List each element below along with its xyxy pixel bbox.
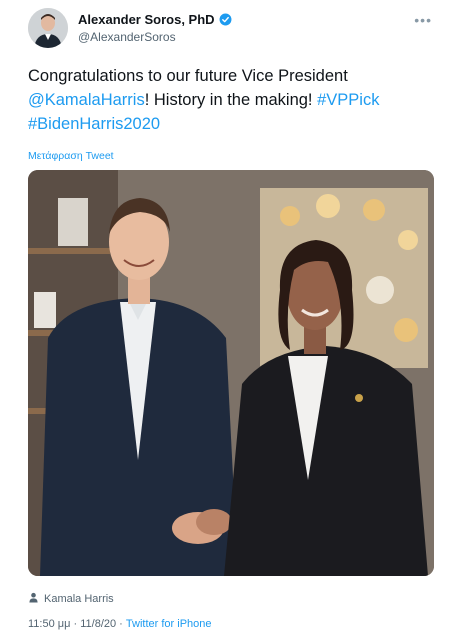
person-icon [28, 592, 39, 606]
tagged-name[interactable]: Kamala Harris [44, 593, 114, 605]
handle[interactable]: @AlexanderSoros [78, 30, 232, 44]
verified-badge-icon [219, 13, 232, 26]
tweet-text: Congratulations to our future Vice Presi… [28, 64, 428, 136]
tweet-photo[interactable] [28, 170, 434, 576]
photo-image [28, 170, 434, 576]
meta-separator: · [70, 618, 81, 630]
translate-tweet-link[interactable]: Μετάφραση Tweet [28, 150, 114, 162]
ellipsis-icon[interactable]: ••• [414, 12, 432, 28]
hashtag-link[interactable]: #VPPick [317, 91, 379, 109]
mention-link[interactable]: @KamalaHarris [28, 91, 145, 109]
avatar-image [28, 8, 68, 48]
tweet-text-part: Congratulations to our future Vice Presi… [28, 67, 348, 85]
tweet-text-part: ! History in the making! [144, 91, 318, 109]
tweet-source[interactable]: Twitter for iPhone [126, 618, 212, 630]
tagged-users[interactable]: Kamala Harris [28, 592, 114, 606]
hashtag-link[interactable]: #BidenHarris2020 [28, 115, 160, 133]
tweet-meta: 11:50 μμ · 11/8/20 · Twitter for iPhone [28, 618, 212, 630]
tweet-card: Alexander Soros, PhD @AlexanderSoros •••… [0, 0, 458, 640]
avatar[interactable] [28, 8, 68, 48]
meta-separator: · [116, 618, 126, 630]
tweet-time[interactable]: 11:50 μμ [28, 618, 70, 630]
display-name[interactable]: Alexander Soros, PhD [78, 12, 215, 27]
tweet-date[interactable]: 11/8/20 [80, 618, 116, 630]
author-info[interactable]: Alexander Soros, PhD @AlexanderSoros [78, 12, 232, 44]
